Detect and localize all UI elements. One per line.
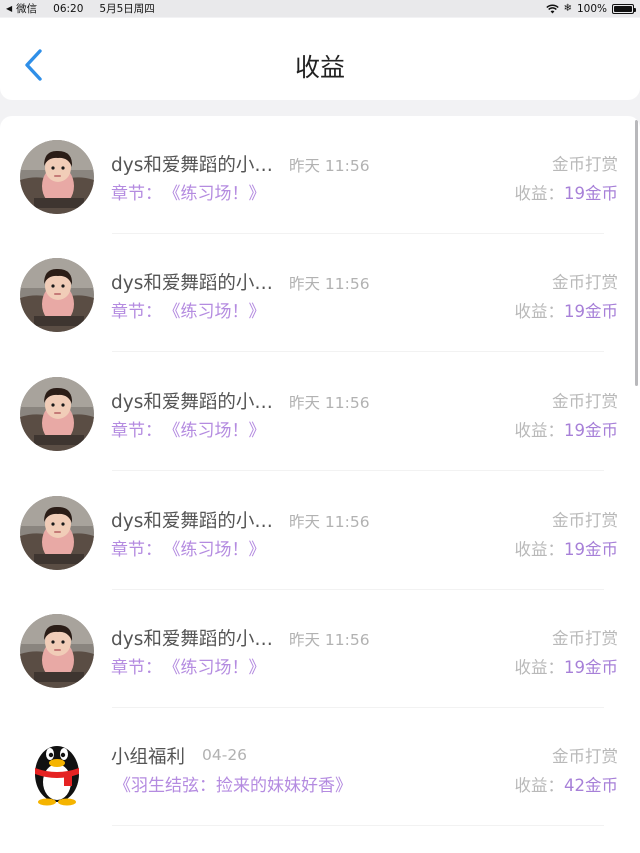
timestamp: 昨天 11:56 [289, 157, 370, 175]
chapter-title: 《练习场！》 [172, 658, 266, 678]
chapter-link[interactable]: 章节： 《练习场！》 [111, 535, 266, 560]
list-item[interactable]: dys和爱舞蹈的小… 昨天 11:56 章节： 《练习场！》 金币打赏 收益：19… [0, 590, 640, 708]
earnings-label: 收益： [514, 184, 565, 203]
status-right: ❄ 100% [545, 2, 636, 15]
sender-name: dys和爱舞蹈的小… [111, 392, 273, 413]
chapter-link[interactable]: 章节： 《练习场！》 [111, 416, 266, 441]
timestamp: 04-26 [202, 746, 248, 764]
earnings-label: 收益： [514, 540, 565, 559]
chapter-link[interactable]: 章节： 《练习场！》 [111, 179, 266, 204]
timestamp: 昨天 11:56 [289, 275, 370, 293]
earnings-label: 收益： [514, 302, 565, 321]
earnings: 收益：19金币 [515, 654, 619, 678]
reward-type: 金币打赏 [552, 155, 618, 174]
chapter-label: 章节： [111, 658, 162, 678]
divider [112, 825, 604, 826]
earnings-amount: 19金币 [564, 540, 618, 559]
status-date: 5月5日周四 [99, 3, 155, 15]
back-app-label[interactable]: 微信 [16, 1, 37, 16]
girl-photo-icon [20, 496, 94, 570]
earnings-label: 收益： [514, 658, 565, 677]
penguin-icon [35, 746, 79, 806]
avatar[interactable] [20, 614, 94, 688]
battery-icon [612, 3, 636, 14]
wifi-icon [545, 3, 559, 13]
chapter-title: 《羽生结弦：捡来的妹妹好香》 [114, 776, 352, 796]
avatar[interactable] [20, 732, 94, 806]
sender-name: 小组福利 [111, 747, 186, 768]
avatar[interactable] [20, 140, 94, 214]
earnings: 收益：19金币 [515, 536, 619, 560]
earnings: 收益：19金币 [515, 180, 619, 204]
earnings-list[interactable]: dys和爱舞蹈的小… 昨天 11:56 章节： 《练习场！》 金币打赏 收益：19… [0, 116, 640, 853]
sender-name: dys和爱舞蹈的小… [111, 155, 273, 176]
sender-name: dys和爱舞蹈的小… [111, 511, 273, 532]
chapter-label: 章节： [111, 421, 162, 441]
timestamp: 昨天 11:56 [289, 394, 370, 412]
timestamp: 昨天 11:56 [289, 631, 370, 649]
status-left: ◀ 微信 06:20 5月5日周四 [6, 1, 155, 16]
status-bar: ◀ 微信 06:20 5月5日周四 ❄ 100% [0, 0, 640, 17]
chapter-title: 《练习场！》 [172, 302, 266, 322]
list-item[interactable]: dys和爱舞蹈的小… 昨天 11:56 章节： 《练习场！》 金币打赏 收益：19… [0, 353, 640, 471]
earnings-amount: 19金币 [564, 421, 618, 440]
girl-photo-icon [20, 614, 94, 688]
earnings: 收益：19金币 [515, 298, 619, 322]
earnings-amount: 19金币 [564, 302, 618, 321]
chapter-link[interactable]: 章节： 《练习场！》 [111, 297, 266, 322]
list-item[interactable]: dys和爱舞蹈的小… 昨天 11:56 章节： 《练习场！》 金币打赏 收益：19… [0, 116, 640, 234]
chapter-title: 《练习场！》 [172, 540, 266, 560]
sender-name: dys和爱舞蹈的小… [111, 273, 273, 294]
chapter-link[interactable]: 章节： 《练习场！》 [111, 653, 266, 678]
reward-type: 金币打赏 [552, 511, 618, 530]
earnings-label: 收益： [514, 776, 565, 795]
earnings: 收益：19金币 [515, 417, 619, 441]
chapter-link[interactable]: 《羽生结弦：捡来的妹妹好香》 [114, 771, 352, 796]
divider [112, 351, 604, 352]
sender-name: dys和爱舞蹈的小… [111, 629, 273, 650]
back-to-app-icon[interactable]: ◀ [6, 4, 12, 13]
snowflake-icon: ❄ [563, 3, 572, 14]
avatar[interactable] [20, 496, 94, 570]
list-item[interactable]: 小组福利 04-26 《羽生结弦：捡来的妹妹好香》 金币打赏 收益：42金币 [0, 708, 640, 826]
avatar[interactable] [20, 377, 94, 451]
list-item[interactable]: dys和爱舞蹈的小… 昨天 11:56 章节： 《练习场！》 金币打赏 收益：19… [0, 472, 640, 590]
chapter-title: 《练习场！》 [172, 421, 266, 441]
reward-type: 金币打赏 [552, 392, 618, 411]
divider [112, 470, 604, 471]
chapter-label: 章节： [111, 302, 162, 322]
page-title: 收益 [294, 53, 345, 82]
reward-type: 金币打赏 [552, 747, 618, 766]
chapter-label: 章节： [111, 540, 162, 560]
earnings-amount: 42金币 [564, 776, 618, 795]
girl-photo-icon [20, 377, 94, 451]
chapter-title: 《练习场！》 [172, 184, 266, 204]
girl-photo-icon [20, 140, 94, 214]
earnings-label: 收益： [514, 421, 565, 440]
timestamp: 昨天 11:56 [289, 513, 370, 531]
earnings-amount: 19金币 [564, 184, 618, 203]
earnings-amount: 19金币 [564, 658, 618, 677]
battery-percent: 100% [576, 2, 607, 15]
chapter-label: 章节： [111, 184, 162, 204]
status-time: 06:20 [53, 2, 84, 15]
list-item[interactable]: dys和爱舞蹈的小… 昨天 11:56 章节： 《练习场！》 金币打赏 收益：19… [0, 234, 640, 352]
avatar[interactable] [20, 258, 94, 332]
reward-type: 金币打赏 [552, 273, 618, 292]
earnings: 收益：42金币 [515, 772, 619, 796]
reward-type: 金币打赏 [552, 629, 618, 648]
girl-photo-icon [20, 258, 94, 332]
nav-bar: 收益 [0, 18, 640, 100]
